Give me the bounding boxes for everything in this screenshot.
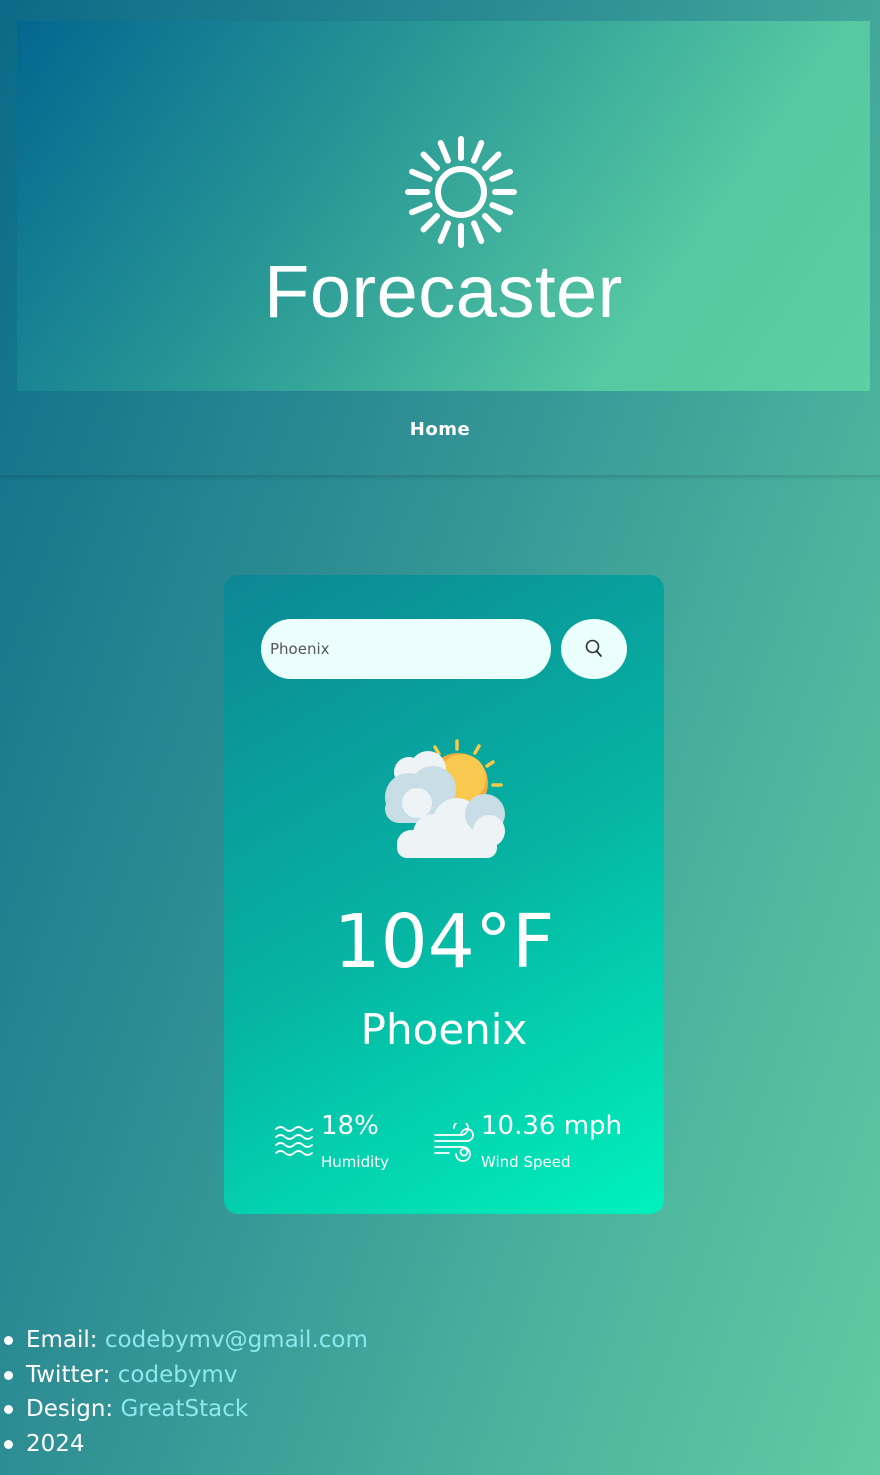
wind-icon [434,1123,474,1162]
email-label: Email: [26,1327,105,1353]
city-name: Phoenix [360,1005,528,1054]
hero-banner: Forecaster [17,21,870,391]
copyright-year: 2024 [26,1431,85,1458]
twitter-link[interactable]: codebymv [118,1362,238,1388]
app-title: Forecaster [264,250,623,333]
bullet [4,1370,13,1380]
wind-value: 10.36 mph [481,1111,623,1141]
humidity-waves-icon [275,1126,313,1156]
design-link[interactable]: GreatStack [120,1396,248,1422]
email-link[interactable]: codebymv@gmail.com [105,1327,368,1353]
temperature: 104°F [333,899,555,985]
footer-list: Email: codebymv@gmail.com Twitter: codeb… [4,1323,368,1462]
footer-item-twitter: Twitter: codebymv [4,1358,368,1393]
humidity-label: Humidity [321,1153,390,1171]
wind-label: Wind Speed [481,1153,571,1171]
footer-item-year: 2024 [4,1427,368,1462]
design-label: Design: [26,1396,121,1423]
nav-bar: Home [0,392,880,477]
footer: Email: codebymv@gmail.com Twitter: codeb… [4,1323,368,1462]
humidity-value: 18% [321,1111,379,1141]
sun-icon [405,136,517,248]
footer-item-email: Email: codebymv@gmail.com [4,1323,368,1358]
search-icon [585,639,602,657]
nav-home-link[interactable]: Home [0,419,880,440]
bullet [4,1440,13,1450]
search-button[interactable] [561,619,627,679]
footer-item-design: Design: GreatStack [4,1392,368,1427]
city-search-input[interactable] [261,619,551,679]
weather-card: 104°F Phoenix 18% Humidity 10.36 mph Win… [224,575,664,1214]
twitter-label: Twitter: [26,1361,118,1388]
bullet [4,1336,13,1345]
bullet [4,1405,13,1415]
partly-cloudy-icon [385,739,505,858]
